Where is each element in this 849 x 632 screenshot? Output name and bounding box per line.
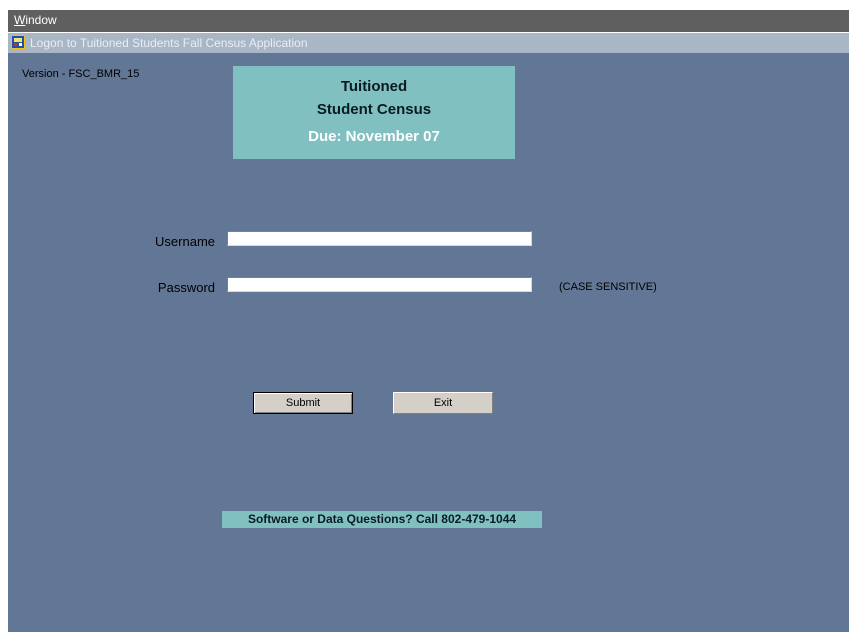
window-title-bar[interactable]: Logon to Tuitioned Students Fall Census … — [8, 33, 849, 53]
window-title: Logon to Tuitioned Students Fall Census … — [30, 36, 308, 50]
submit-button[interactable]: Submit — [253, 392, 353, 414]
banner-title-line1: Tuitioned — [340, 78, 408, 95]
password-input[interactable] — [227, 277, 532, 292]
password-label: Password — [157, 280, 215, 295]
banner-title-line2: Student Census — [316, 101, 432, 118]
app-icon — [11, 35, 25, 49]
support-contact-banner: Software or Data Questions? Call 802-479… — [222, 511, 542, 528]
version-label: Version - FSC_BMR_15 — [22, 68, 140, 80]
banner-due-date: Due: November 07 — [308, 128, 440, 145]
logon-form-panel: Version - FSC_BMR_15 Tuitioned Student C… — [8, 53, 849, 632]
menu-bar: Window — [8, 10, 849, 32]
exit-button[interactable]: Exit — [393, 392, 493, 414]
menu-window[interactable]: Window — [14, 13, 57, 27]
username-label: Username — [155, 234, 215, 249]
census-banner: Tuitioned Student Census Due: November 0… — [233, 66, 515, 159]
case-sensitive-hint: (CASE SENSITIVE) — [559, 281, 657, 293]
username-input[interactable] — [227, 231, 532, 246]
